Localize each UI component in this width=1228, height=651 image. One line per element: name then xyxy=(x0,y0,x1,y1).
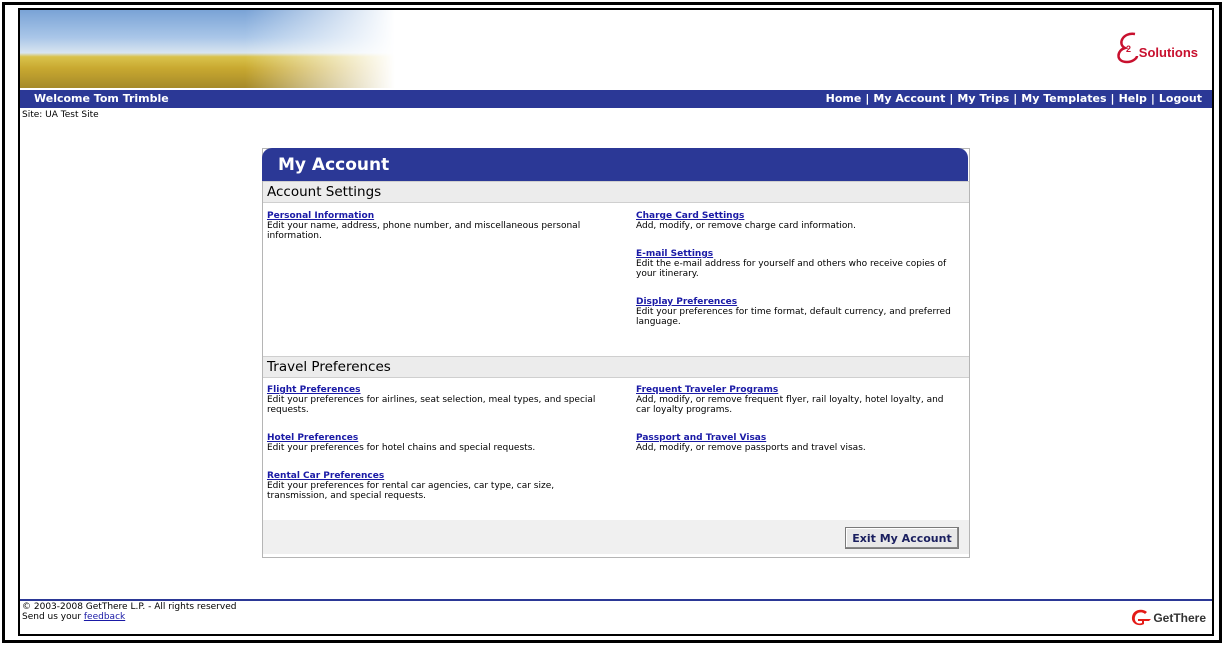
personal-information-link[interactable]: Personal Information xyxy=(267,211,612,221)
nav-separator: | xyxy=(949,92,954,105)
item-description: Edit your name, address, phone number, a… xyxy=(267,221,581,241)
item-description: Add, modify, or remove frequent flyer, r… xyxy=(636,395,944,415)
list-item: Frequent Traveler Programs Add, modify, … xyxy=(636,385,956,415)
nav-separator: | xyxy=(865,92,870,105)
footer-text: © 2003-2008 GetThere L.P. - All rights r… xyxy=(22,602,236,622)
exit-my-account-button[interactable]: Exit My Account xyxy=(845,527,959,549)
sunflower-field-banner-image xyxy=(20,10,395,88)
nav-separator: | xyxy=(1150,92,1155,105)
panel-footer: Exit My Account xyxy=(263,520,969,554)
item-description: Edit your preferences for airlines, seat… xyxy=(267,395,596,415)
item-description: Add, modify, or remove passports and tra… xyxy=(636,443,866,453)
nav-separator: | xyxy=(1110,92,1115,105)
nav-links: Home | My Account | My Trips | My Templates | He… xyxy=(826,92,1202,105)
frequent-traveler-programs-link[interactable]: Frequent Traveler Programs xyxy=(636,385,956,395)
top-nav-bar: Welcome Tom Trimble Home | My Account | My T… xyxy=(20,90,1212,108)
email-settings-link[interactable]: E-mail Settings xyxy=(636,249,956,259)
hotel-preferences-link[interactable]: Hotel Preferences xyxy=(267,433,612,443)
svg-text:2: 2 xyxy=(1126,44,1131,54)
list-item: Rental Car Preferences Edit your prefere… xyxy=(267,471,612,501)
nav-my-templates[interactable]: My Templates xyxy=(1021,92,1106,105)
flight-preferences-link[interactable]: Flight Preferences xyxy=(267,385,612,395)
list-item: Personal Information Edit your name, add… xyxy=(267,211,612,241)
item-description: Edit your preferences for rental car age… xyxy=(267,481,555,501)
panel-title: My Account xyxy=(278,155,390,175)
charge-card-settings-link[interactable]: Charge Card Settings xyxy=(636,211,956,221)
section-header-account-settings: Account Settings xyxy=(263,181,969,203)
getthere-logo: GetThere xyxy=(1129,608,1206,628)
display-preferences-link[interactable]: Display Preferences xyxy=(636,297,956,307)
getthere-g-icon xyxy=(1132,609,1152,626)
nav-separator: | xyxy=(1013,92,1018,105)
copyright-text: © 2003-2008 GetThere L.P. - All rights r… xyxy=(22,602,237,612)
panel-header: My Account xyxy=(262,148,968,181)
rental-car-preferences-link[interactable]: Rental Car Preferences xyxy=(267,471,612,481)
list-item: E-mail Settings Edit the e-mail address … xyxy=(636,249,956,279)
nav-logout[interactable]: Logout xyxy=(1159,92,1202,105)
item-description: Edit your preferences for time format, d… xyxy=(636,307,951,327)
section-title: Account Settings xyxy=(267,184,382,200)
logo-text: Solutions xyxy=(1138,44,1198,60)
list-item: Display Preferences Edit your preference… xyxy=(636,297,956,327)
nav-help[interactable]: Help xyxy=(1119,92,1147,105)
list-item: Hotel Preferences Edit your preferences … xyxy=(267,433,612,453)
footer-divider xyxy=(20,599,1212,601)
feedback-prefix: Send us your xyxy=(22,612,84,622)
e2-solutions-logo: 2 Solutions xyxy=(1113,28,1198,68)
list-item: Flight Preferences Edit your preferences… xyxy=(267,385,612,415)
welcome-text: Welcome Tom Trimble xyxy=(34,92,169,105)
nav-my-account[interactable]: My Account xyxy=(873,92,945,105)
item-description: Edit the e-mail address for yourself and… xyxy=(636,259,947,279)
passport-travel-visas-link[interactable]: Passport and Travel Visas xyxy=(636,433,956,443)
list-item: Charge Card Settings Add, modify, or rem… xyxy=(636,211,956,231)
page-frame: 2 Solutions Welcome Tom Trimble Home | My … xyxy=(18,8,1214,636)
banner: 2 Solutions xyxy=(20,10,1212,90)
list-item: Passport and Travel Visas Add, modify, o… xyxy=(636,433,956,453)
getthere-logo-text: GetThere xyxy=(1153,611,1206,625)
section-title: Travel Preferences xyxy=(267,359,391,375)
site-label: Site: UA Test Site xyxy=(22,110,99,120)
section-header-travel-preferences: Travel Preferences xyxy=(263,356,969,378)
feedback-link[interactable]: feedback xyxy=(84,612,125,622)
nav-home[interactable]: Home xyxy=(826,92,862,105)
my-account-panel: My Account Account Settings Personal Inf… xyxy=(262,148,970,558)
item-description: Edit your preferences for hotel chains a… xyxy=(267,443,536,453)
e2-logo-icon: 2 xyxy=(1113,28,1143,68)
item-description: Add, modify, or remove charge card infor… xyxy=(636,221,856,231)
nav-my-trips[interactable]: My Trips xyxy=(957,92,1009,105)
